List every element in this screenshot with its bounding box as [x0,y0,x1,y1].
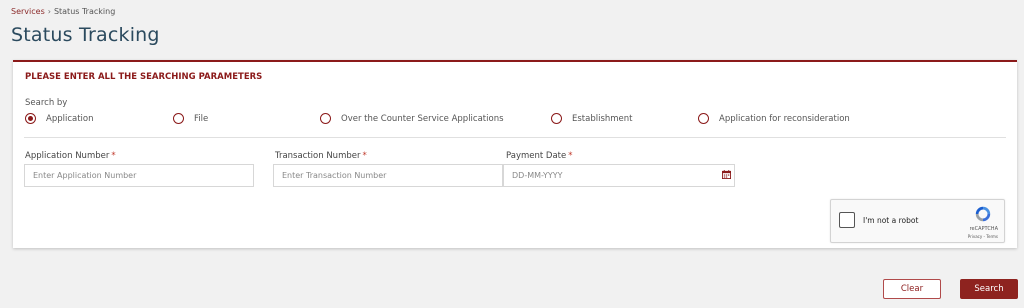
radio-unselected-icon [551,113,562,124]
breadcrumb-current: Status Tracking [53,7,116,16]
payment-date-label: Payment Date * [506,151,573,161]
radio-selected-icon [25,113,36,124]
search-card: PLEASE ENTER ALL THE SEARCHING PARAMETER… [13,60,1017,248]
required-mark: * [111,151,116,161]
clear-button[interactable]: Clear [883,279,941,299]
radio-application[interactable]: Application [25,113,94,124]
breadcrumb-services-link[interactable]: Services [11,7,45,16]
radio-label: Application for reconsideration [719,113,850,124]
recaptcha-privacy-terms[interactable]: Privacy - Terms [968,234,998,239]
breadcrumb: Services › Status Tracking [11,7,115,16]
divider [24,137,1006,138]
radio-file[interactable]: File [173,113,208,124]
required-mark: * [362,151,367,161]
breadcrumb-separator: › [47,7,51,16]
transaction-number-input[interactable] [273,164,503,187]
radio-label: File [194,113,209,124]
search-button[interactable]: Search [960,279,1018,299]
calendar-icon[interactable] [722,170,731,179]
radio-unselected-icon [320,113,331,124]
recaptcha-label: I'm not a robot [863,216,919,225]
page-title: Status Tracking [11,24,160,46]
recaptcha-checkbox[interactable] [839,212,855,228]
radio-establishment[interactable]: Establishment [551,113,633,124]
application-number-label: Application Number * [25,151,116,161]
search-by-label: Search by [25,98,68,108]
radio-unselected-icon [698,113,709,124]
radio-label: Application [46,113,94,124]
card-heading: PLEASE ENTER ALL THE SEARCHING PARAMETER… [25,72,263,82]
payment-date-input[interactable] [503,164,735,187]
radio-over-the-counter[interactable]: Over the Counter Service Applications [320,113,504,124]
recaptcha-widget: I'm not a robot reCAPTCHA Privacy - Term… [830,199,1005,243]
required-mark: * [568,151,573,161]
radio-reconsideration[interactable]: Application for reconsideration [698,113,850,124]
radio-unselected-icon [173,113,184,124]
radio-label: Establishment [572,113,633,124]
application-number-input[interactable] [24,164,254,187]
recaptcha-brand: reCAPTCHA [969,226,998,232]
recaptcha-logo-icon [975,206,991,222]
transaction-number-label: Transaction Number * [275,151,367,161]
radio-label: Over the Counter Service Applications [341,113,504,124]
